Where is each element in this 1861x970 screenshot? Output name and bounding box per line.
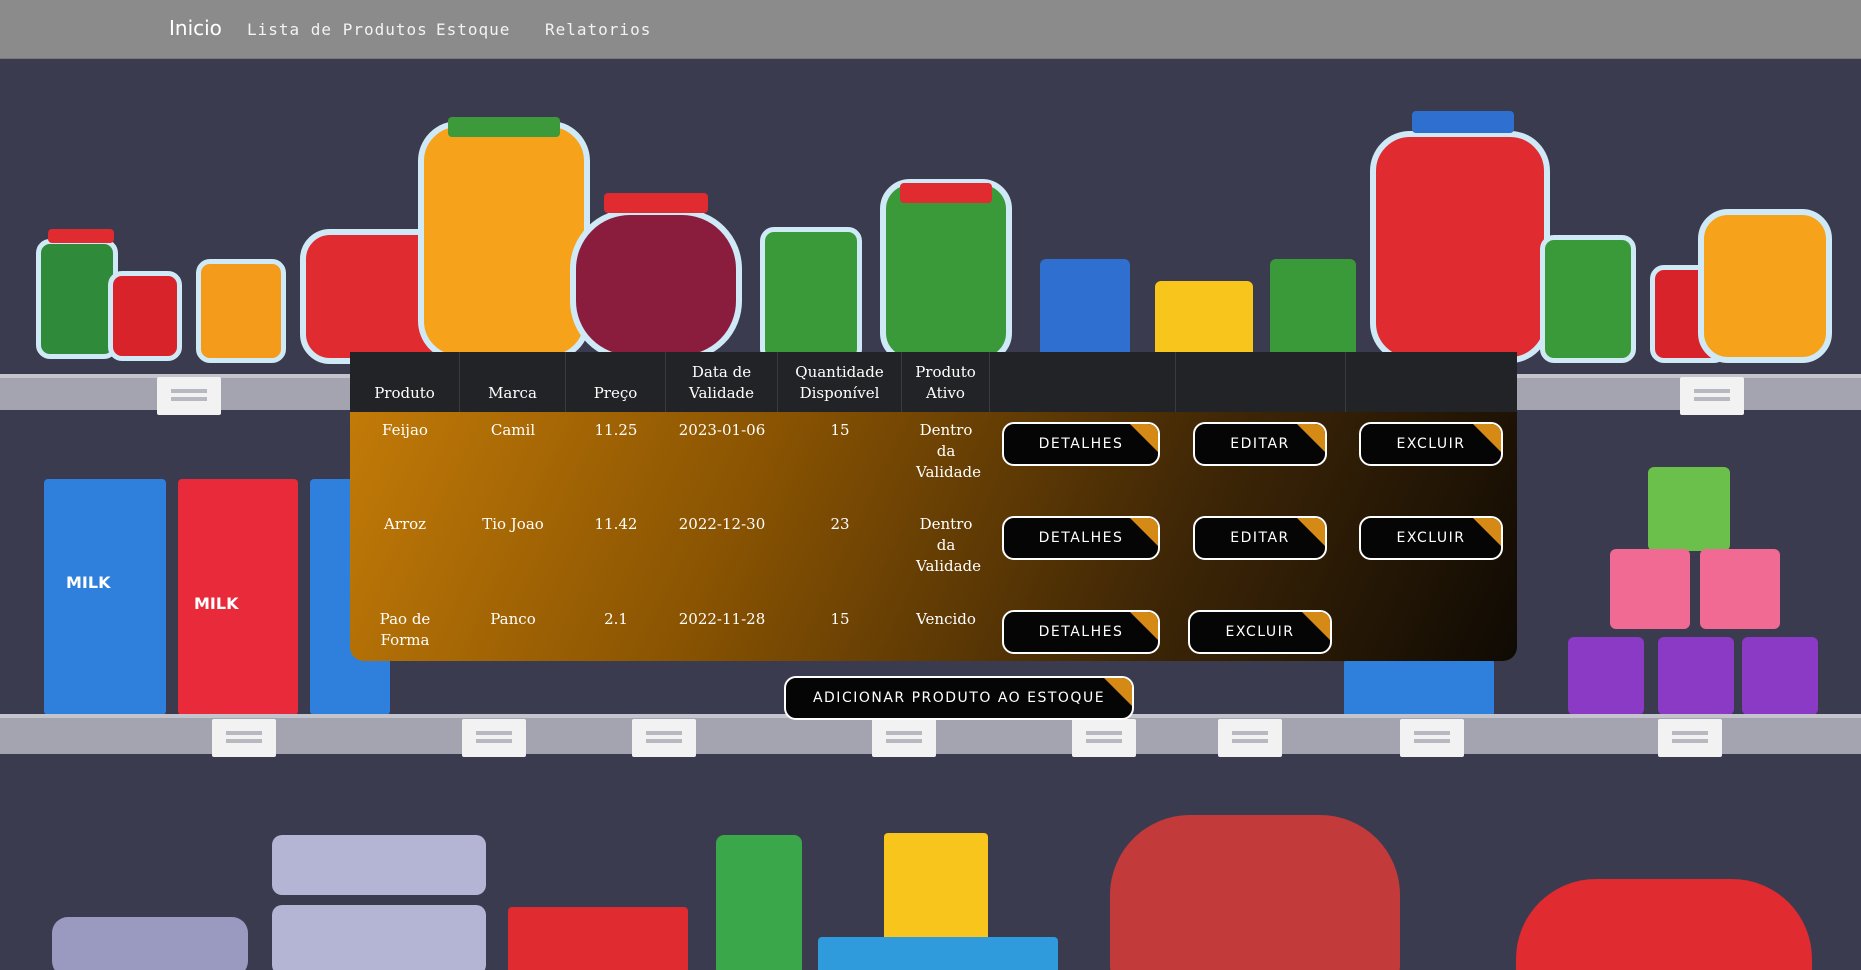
cell-quantidade: 15 [830,610,850,628]
tomato-jar-image [108,271,182,361]
price-tag [1218,719,1282,757]
berry-jar-image [570,209,742,361]
price-tag [462,719,526,757]
cell-validade: 2023-01-06 [678,421,766,439]
blue-tubs-image [818,937,1058,970]
yogurt-pack-image [1344,659,1494,717]
cell-preco: 11.42 [594,515,638,533]
cell-produto: Pao de Forma [379,610,431,649]
nav-link-lista-de-produtos[interactable]: Lista de Produtos [247,20,428,39]
nav-link-relatorios[interactable]: Relatorios [545,20,651,39]
pickle-large-jar-image [880,179,1012,363]
column-header-quantidade: Quantidade Disponível [778,352,902,412]
nav-link-estoque[interactable]: Estoque [436,20,510,39]
egg-box-image [272,835,486,895]
jar-lid [604,193,708,213]
cell-marca: Panco [490,610,536,628]
cell-quantidade: 15 [830,421,850,439]
cell-preco: 2.1 [604,610,628,628]
price-tag [1072,719,1136,757]
column-header-produto-ativo: Produto Ativo [902,352,990,412]
nav-brand-inicio[interactable]: Inicio [169,16,222,40]
cheese-wheel-image [1516,879,1812,970]
details-button[interactable]: DETALHES [1002,516,1160,560]
egg-box-image [272,905,486,970]
cell-quantidade: 23 [830,515,850,533]
price-tag [1658,719,1722,757]
blue-can-image [1040,259,1130,363]
yogurt-cup-image [1610,549,1690,629]
cell-status: Dentro da Validade [916,421,982,481]
column-header-empty [990,352,1176,412]
yogurt-cup-image [1700,549,1780,629]
cheese-box-image [508,907,688,970]
cell-validade: 2022-11-28 [678,610,766,628]
egg-carton-image [52,917,248,970]
yogurt-tub-image [884,833,988,943]
jar-lid [48,229,114,243]
jar-lid [900,183,992,203]
orange-jar-image-right [1698,209,1832,363]
yogurt-cup-image [1648,467,1730,551]
column-header-empty [1176,352,1346,412]
price-tag [1680,377,1744,415]
milk-carton-brand: MILK [66,573,111,592]
details-button[interactable]: DETALHES [1002,610,1160,654]
pea-jar-image [760,227,862,363]
price-tag [212,719,276,757]
cell-produto: Feijao [382,421,428,439]
details-button[interactable]: DETALHES [1002,422,1160,466]
column-header-preco: Preço [566,352,666,412]
inventory-table: Produto Marca Preço Data de Validade Qua… [350,352,1517,661]
pickle-jar-image [36,239,118,359]
delete-button[interactable]: EXCLUIR [1188,610,1332,654]
cell-marca: Camil [490,421,536,439]
edit-button[interactable]: EDITAR [1193,422,1327,466]
pea-jar-image-right [1540,235,1636,363]
edit-button[interactable]: EDITAR [1193,516,1327,560]
yogurt-cup-image [1568,637,1644,715]
cell-preco: 11.25 [594,421,638,439]
yogurt-cup-image [1658,637,1734,715]
cell-status: Dentro da Validade [916,515,982,575]
navbar: Inicio Lista de Produtos Estoque Relator… [0,0,1861,59]
orange-jar-image [196,259,286,363]
cell-marca: Tio Joao [482,515,544,533]
price-tag [157,377,221,415]
column-header-produto: Produto [350,352,460,412]
delete-button[interactable]: EXCLUIR [1359,516,1503,560]
cell-status: Vencido [916,610,976,628]
cell-produto: Arroz [383,515,427,533]
column-header-data-validade: Data de Validade [666,352,778,412]
table-header: Produto Marca Preço Data de Validade Qua… [350,352,1517,412]
milk-carton-red-brand: MILK [194,594,239,613]
yogurt-cup-image [1742,637,1818,715]
ham-image [1110,815,1400,970]
column-header-empty [1346,352,1517,412]
orange-tall-jar-image [418,121,590,361]
yellow-can-image [1155,281,1253,363]
price-tag [872,719,936,757]
green-tubs-image [716,835,802,970]
price-tag [1400,719,1464,757]
milk-carton-image [44,479,166,715]
jar-lid [448,117,560,137]
delete-button[interactable]: EXCLUIR [1359,422,1503,466]
column-header-marca: Marca [460,352,566,412]
strawberry-jar-image [1370,131,1550,363]
price-tag [632,719,696,757]
jar-lid [1412,111,1514,133]
cell-validade: 2022-12-30 [678,515,766,533]
add-product-button[interactable]: ADICIONAR PRODUTO AO ESTOQUE [784,676,1134,720]
green-can-image [1270,259,1356,363]
